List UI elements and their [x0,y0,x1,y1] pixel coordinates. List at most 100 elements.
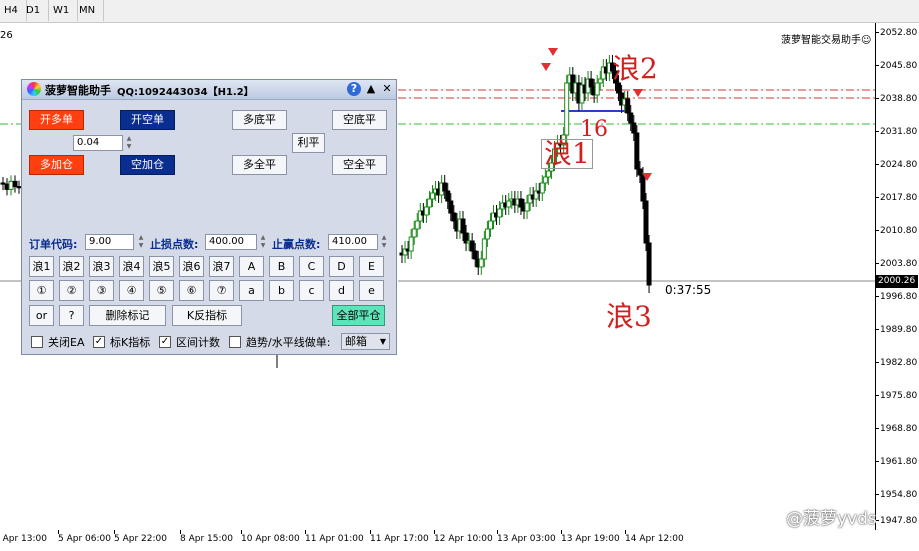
help-icon[interactable]: ? [347,82,361,96]
candle-body [588,78,594,88]
time-tick: 5 Apr 22:00 [114,530,167,544]
price-tick: 2017.80 [876,193,917,203]
candle-body [542,176,548,184]
mark-k-indicator-checkbox[interactable]: ✓ [93,336,105,348]
range-count-checkbox[interactable]: ✓ [159,336,171,348]
current-price-tag: 2000.26 [876,275,918,288]
wave-7-button[interactable]: 浪7 [209,256,234,277]
candle-body [631,122,637,134]
open-long-button[interactable]: 开多单 [29,110,84,130]
wave-d-button[interactable]: D [329,256,354,277]
wave-e-button[interactable]: E [359,256,384,277]
stop-loss-label: 止损点数: [150,238,199,251]
wave-5-button[interactable]: 浪5 [149,256,174,277]
candle-body [442,182,448,192]
close-short-all-button[interactable]: 空全平 [332,155,387,175]
close-all-positions-button[interactable]: 全部平仓 [332,305,385,326]
circle-4-button[interactable]: ④ [119,280,144,301]
time-tick: 14 Apr 12:00 [625,530,684,544]
close-long-partial-button[interactable]: 多底平 [232,110,287,130]
price-tick: 2038.80 [876,94,917,104]
wave-marker-2 [633,89,643,97]
candle-body [597,78,603,84]
circle-5-button[interactable]: ⑤ [149,280,174,301]
candle-body [460,218,466,234]
wave-1-button[interactable]: 浪1 [29,256,54,277]
time-tick: 13 Apr 19:00 [561,530,620,544]
bar-countdown: 0:37:55 [665,283,712,297]
close-ea-label: 关闭EA [48,336,85,349]
close-short-partial-button[interactable]: 空底平 [332,110,387,130]
price-tick: 1947.80 [876,516,917,526]
time-tick: 12 Apr 10:00 [434,530,493,544]
sub-e-button[interactable]: e [359,280,384,301]
candle-body [4,183,10,190]
take-profit-input[interactable]: 410.00 [328,234,378,250]
order-code-input[interactable]: 9.00 [85,234,134,250]
notify-method-select[interactable]: 邮箱 ▼ [341,333,390,350]
range-count-label: 16 [580,117,608,142]
candle-body [484,228,490,240]
sub-c-button[interactable]: c [299,280,324,301]
candle-body [545,170,551,178]
candle-body [640,174,646,202]
stop-loss-spinner[interactable]: ▲ ▼ [259,234,267,250]
lot-size-input[interactable]: 0.04 [73,135,123,151]
sub-b-button[interactable]: b [269,280,294,301]
candle-body [445,190,451,202]
circle-2-button[interactable]: ② [59,280,84,301]
wave-c-button[interactable]: C [299,256,324,277]
question-button[interactable]: ? [59,305,84,326]
lot-size-spinner[interactable]: ▲ ▼ [125,135,133,151]
wave-b-button[interactable]: B [269,256,294,277]
open-short-button[interactable]: 开空单 [120,110,175,130]
close-ea-checkbox[interactable] [31,336,43,348]
wave-marker-1 [541,63,551,71]
time-axis: 4 Apr 13:00 5 Apr 06:00 5 Apr 22:00 8 Ap… [0,530,919,551]
timeframe-toolbar: H4 D1 W1 MN [0,0,919,23]
trend-line-order-label: 趋势/水平线做单: [246,336,331,349]
circle-6-button[interactable]: ⑥ [179,280,204,301]
price-tick: 1975.80 [876,391,917,401]
close-icon[interactable]: ✕ [380,82,394,96]
add-long-button[interactable]: 多加仓 [29,155,84,175]
circle-3-button[interactable]: ③ [89,280,114,301]
price-tick: 2031.80 [876,127,917,137]
notify-method-value: 邮箱 [345,335,367,348]
price-tick: 2045.80 [876,61,917,71]
delete-marks-button[interactable]: 删除标记 [89,305,166,326]
candle-body [0,182,6,185]
panel-titlebar[interactable]: 菠萝智能助手 QQ:1092443034【H1.2】 ? ▲ ✕ [22,80,396,100]
candle-body [625,98,631,114]
wave-4-button[interactable]: 浪4 [119,256,144,277]
circle-1-button[interactable]: ① [29,280,54,301]
price-tick: 1968.80 [876,424,917,434]
circle-7-button[interactable]: ⑦ [209,280,234,301]
time-tick: 11 Apr 01:00 [305,530,364,544]
take-profit-label: 止赢点数: [272,238,321,251]
order-code-spinner[interactable]: ▲ ▼ [137,234,145,250]
k-reverse-indicator-button[interactable]: K反指标 [172,305,242,326]
order-code-label: 订单代码: [29,238,78,251]
wave-3-button[interactable]: 浪3 [89,256,114,277]
profit-close-button[interactable]: 利平 [292,133,325,153]
add-short-button[interactable]: 空加仓 [120,155,175,175]
time-tick: 10 Apr 08:00 [241,530,300,544]
close-long-all-button[interactable]: 多全平 [232,155,287,175]
trend-line-order-checkbox[interactable] [229,336,241,348]
wave-2-label: 浪2 [612,52,658,85]
collapse-icon[interactable]: ▲ [364,82,378,96]
stop-loss-input[interactable]: 400.00 [205,234,257,250]
timeframe-mn-button[interactable]: MN [71,0,105,21]
sub-a-button[interactable]: a [239,280,264,301]
wave-2-button[interactable]: 浪2 [59,256,84,277]
candle-body [539,182,545,194]
candle-body [487,220,493,230]
sub-d-button[interactable]: d [329,280,354,301]
wave-6-button[interactable]: 浪6 [179,256,204,277]
take-profit-spinner[interactable]: ▲ ▼ [380,234,388,250]
or-button[interactable]: or [29,305,54,326]
app-logo-icon [27,82,41,96]
wave-a-button[interactable]: A [239,256,264,277]
candle-body [564,82,570,136]
